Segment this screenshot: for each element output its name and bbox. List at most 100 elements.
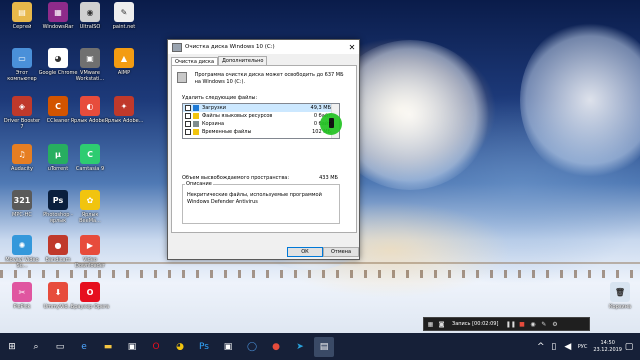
notification-icon[interactable]: ▢ [624,337,634,357]
app-icon: ▲ [114,48,134,68]
desktop-icon-label: AIMP [117,70,131,76]
clock[interactable]: 14:50 23.12.2019 [593,340,622,354]
intro-text: Программа очистки диска может освободить… [194,72,344,85]
app-icon: 321 [12,190,32,210]
search-icon[interactable]: ⌕ [26,337,46,357]
stop-icon[interactable]: ■ [517,320,526,328]
desktop-icon[interactable]: ▶ Video Downloader [70,235,110,279]
desktop-icon[interactable]: 🗑 Корзина [600,282,640,326]
app-icon: Ps [48,190,68,210]
file-category-icon [193,113,199,119]
app-icon: ▭ [12,48,32,68]
system-tray: ^ ▯ ◀ РУС 14:50 23.12.2019 ▢ [535,333,636,360]
desktop-icon-label: PicPick [13,304,31,310]
file-category-size: 49,3 МБ [310,105,331,111]
volume-icon[interactable]: ◀ [563,337,573,357]
store-icon[interactable]: ▣ [122,337,142,357]
app-icon: C [80,144,100,164]
desktop-icon[interactable]: ✺ Movavi Video Su... [2,235,42,279]
drive-icon [177,72,187,83]
desktop-icon-label: Корзина [608,304,632,310]
photoshop-icon[interactable]: Ps [194,337,214,357]
desktop-icon[interactable]: O Браузер Opera [70,282,110,326]
cancel-button[interactable]: Отмена [323,247,359,257]
close-icon[interactable]: ✕ [345,43,359,52]
app-icon: ✿ [80,190,100,210]
desktop-icon[interactable]: ✿ Ярлык BeeMa... [70,190,110,234]
network-icon[interactable]: ▯ [549,337,559,357]
desktop-icon[interactable]: ▭ Этот компьютер [2,48,42,92]
dialog-titlebar[interactable]: Очистка диска Windows 10 (C:) ✕ [168,40,359,54]
telegram-icon[interactable]: ➤ [290,337,310,357]
snowy-tree [520,20,640,180]
desktop-icon[interactable]: ◈ Driver Booster 7 [2,96,42,140]
desktop-icon[interactable]: ▲ AIMP [104,48,144,92]
file-checkbox[interactable] [185,113,191,119]
uplay-icon[interactable]: ◯ [242,337,262,357]
desktop-icon-label: Браузер Opera [70,304,110,310]
recording-status: Запись [00:02:09] [452,321,499,327]
screenshot-icon[interactable]: ◉ [528,320,537,328]
chrome-icon[interactable]: ◕ [170,337,190,357]
app-icon: µ [48,144,68,164]
opera-icon[interactable]: O [146,337,166,357]
desktop-icon[interactable]: ♫ Audacity [2,144,42,188]
bandicam-icon[interactable]: ● [266,337,286,357]
description-text: Некритические файлы, используемые програ… [187,192,322,205]
disk-cleanup-icon [172,42,182,52]
file-category-row[interactable]: Временные файлы 102 МБ [183,128,339,136]
cursor-highlight [320,113,342,135]
desktop-icon-label: Video Downloader [75,257,105,269]
tray-arrow-icon[interactable]: ^ [537,337,545,357]
file-category-row[interactable]: Загрузки 49,3 МБ [183,104,339,112]
grid-icon[interactable]: ▦ [426,320,435,328]
file-checkbox[interactable] [185,129,191,135]
file-category-row[interactable]: Файлы языковых ресурсов0 байт [183,112,339,120]
desktop-icon-label: MPC-HC [12,212,32,218]
camera-icon[interactable]: ◙ [437,320,446,328]
pencil-icon[interactable]: ✎ [539,320,548,328]
pause-icon[interactable]: ❚❚ [506,320,516,328]
file-checkbox[interactable] [185,121,191,127]
file-checkbox[interactable] [185,105,191,111]
file-category-name: Загрузки [202,105,226,111]
desktop-icon[interactable]: ✎ paint.net [104,2,144,46]
files-list[interactable]: Загрузки 49,3 МБ Файлы языковых ресурсов 0 … [182,103,340,139]
app-icon: ◐ [80,96,100,116]
file-category-icon [193,121,199,127]
language-indicator[interactable]: РУС [578,344,588,350]
app-icon: ✎ [114,2,134,22]
desktop-icon[interactable]: ▤ Сергей [2,2,42,46]
app-icon: ✂ [12,282,32,302]
vmware-icon[interactable]: ▣ [218,337,238,357]
file-category-row[interactable]: Корзина0 байт [183,120,339,128]
file-category-icon [193,105,199,111]
recording-toolbar: ▦ ◙ Запись [00:02:09] ❚❚ ■ ◉ ✎ ⚙ [423,317,590,331]
app-icon: ✺ [12,235,32,255]
app-icon: ♫ [12,144,32,164]
disk-cleanup-taskbar-icon[interactable]: ▤ [314,336,334,357]
app-icon: ✦ [114,96,134,116]
task-view-icon[interactable]: ▭ [50,337,70,357]
desktop-icon-label: Movavi Video Su... [5,257,39,269]
tab-more-options[interactable]: Дополнительно [218,56,268,65]
edge-icon[interactable]: e [74,337,94,357]
ok-button[interactable]: ОК [287,247,323,257]
explorer-icon[interactable]: ▬ [98,337,118,357]
desktop-icon[interactable]: 321 MPC-HC [2,190,42,234]
file-category-icon [193,129,199,135]
gear-icon[interactable]: ⚙ [550,320,559,328]
app-icon: ⬇ [48,282,68,302]
file-category-name: Временные файлы [202,129,252,135]
file-category-name: Корзина [202,121,225,127]
desktop-icon[interactable]: ✦ Ярлык Adobe... [104,96,144,140]
desktop-wallpaper: ▤ Сергей ▦ WindowsRar ◉ UltraISO ✎ paint.net ▭ Эт… [0,0,640,333]
dialog-tabs: Очистка диска Дополнительно [171,56,359,66]
desktop-icon[interactable]: C Camtasia 9 [70,144,110,188]
description-label: Описание [185,181,213,187]
desktop-icon[interactable]: ✂ PicPick [2,282,42,326]
desktop-icon-label: Camtasia 9 [75,166,105,172]
file-category-name: Файлы языковых ресурсов [202,113,273,119]
description-group: Описание Некритические файлы, используем… [182,181,340,224]
start-windows-icon[interactable]: ⊞ [2,337,22,357]
